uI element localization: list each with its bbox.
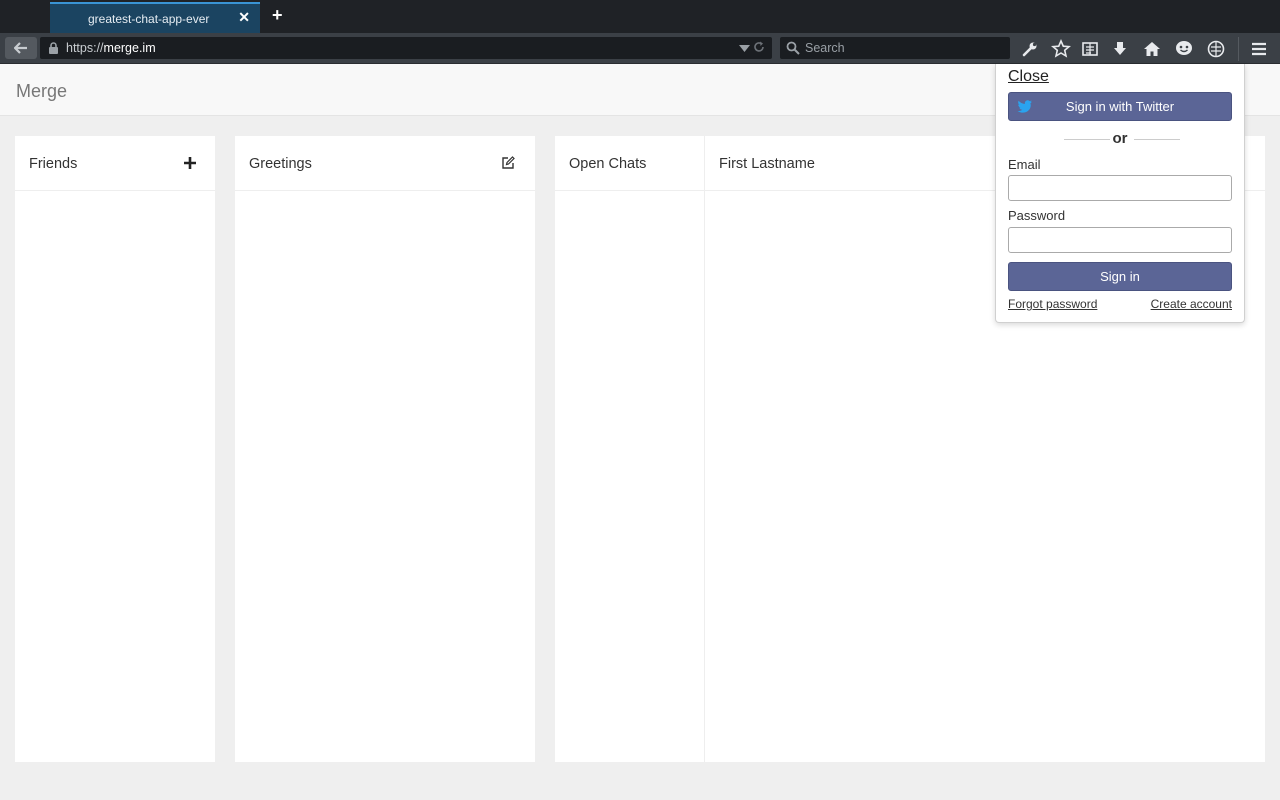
twitter-signin-button[interactable]: Sign in with Twitter (1008, 92, 1232, 121)
password-field[interactable] (1008, 227, 1232, 253)
close-tab-icon[interactable]: ✕ (238, 9, 250, 26)
separator-line-right (1134, 139, 1180, 140)
search-icon (786, 41, 800, 55)
browser-tab[interactable]: greatest-chat-app-ever ✕ (50, 2, 260, 33)
sync-icon[interactable] (1206, 39, 1226, 59)
signin-button[interactable]: Sign in (1008, 262, 1232, 291)
tab-title: greatest-chat-app-ever (88, 12, 210, 26)
chat-icon[interactable] (1174, 39, 1194, 59)
browser-tab-bar: greatest-chat-app-ever ✕ + (0, 0, 1280, 33)
url-text: https://merge.im (66, 41, 156, 55)
create-account-link[interactable]: Create account (1151, 297, 1232, 311)
login-popover: Close Sign in with Twitter or Email Pass… (995, 64, 1245, 323)
email-field[interactable] (1008, 175, 1232, 201)
toolbar-divider (1238, 37, 1239, 61)
chat-name: First Lastname (719, 156, 815, 172)
wrench-icon[interactable] (1020, 39, 1040, 59)
search-bar[interactable]: Search (780, 37, 1010, 59)
friends-panel-header: Friends (15, 136, 215, 191)
url-prefix: https:// (66, 41, 104, 55)
lock-icon (49, 42, 58, 54)
dropdown-icon[interactable] (739, 41, 750, 55)
url-bar[interactable]: https://merge.im (40, 37, 772, 59)
password-label: Password (1008, 208, 1066, 223)
search-placeholder: Search (805, 41, 845, 55)
twitter-bird-icon (1017, 100, 1032, 113)
friends-panel: Friends (15, 136, 215, 762)
chat-list-divider (704, 136, 705, 762)
plus-icon[interactable] (184, 157, 196, 169)
greetings-panel-header: Greetings (235, 136, 535, 191)
email-label: Email (1008, 157, 1041, 172)
reload-icon[interactable] (752, 40, 766, 54)
or-separator: or (1008, 130, 1232, 147)
star-icon[interactable] (1051, 39, 1071, 59)
url-host: merge.im (103, 41, 156, 55)
reader-icon[interactable] (1080, 39, 1100, 59)
greetings-title: Greetings (249, 156, 312, 172)
or-label: or (1112, 130, 1128, 147)
open-chats-title: Open Chats (569, 156, 647, 172)
arrow-left-icon (14, 42, 27, 54)
back-button[interactable] (5, 37, 37, 59)
greetings-panel: Greetings (235, 136, 535, 762)
download-icon[interactable] (1110, 39, 1130, 59)
forgot-password-link[interactable]: Forgot password (1008, 297, 1097, 311)
menu-icon[interactable] (1249, 39, 1269, 59)
edit-icon[interactable] (501, 156, 515, 170)
app-brand[interactable]: Merge (16, 81, 67, 102)
friends-title: Friends (29, 156, 78, 172)
new-tab-icon[interactable]: + (272, 6, 283, 24)
browser-nav-bar: https://merge.im Search (0, 33, 1280, 64)
home-icon[interactable] (1142, 39, 1162, 59)
close-link[interactable]: Close (1008, 68, 1049, 86)
twitter-signin-label: Sign in with Twitter (1065, 99, 1175, 114)
